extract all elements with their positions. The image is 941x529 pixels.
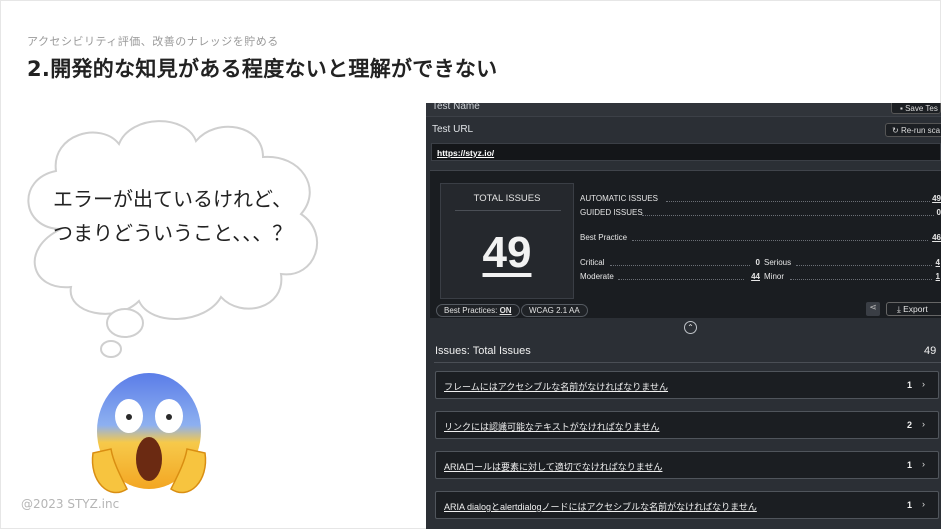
issues-divider	[434, 362, 941, 363]
issue-title[interactable]: フレームにはアクセシブルな名前がなければなりません	[444, 380, 668, 393]
test-name-row: Test Name ▪ Save Tes	[426, 103, 941, 117]
guided-issues-stat: GUIDED ISSUES 0	[580, 208, 941, 218]
slide-eyebrow: アクセシビリティ評価、改善のナレッジを貯める	[27, 35, 279, 48]
issue-count: 1	[907, 460, 913, 470]
share-icon: ⋖	[869, 302, 877, 312]
best-practices-toggle[interactable]: Best Practices: ON	[436, 304, 520, 317]
save-test-button[interactable]: ▪ Save Tes	[891, 103, 941, 114]
test-url-value[interactable]: https://styz.io/	[431, 143, 941, 161]
issue-row[interactable]: フレームにはアクセシブルな名前がなければなりません 1 ›	[435, 371, 939, 399]
slide-heading: 2.開発的な知見がある程度ないと理解ができない	[27, 57, 498, 81]
issue-row[interactable]: リンクには認識可能なテキストがなければなりません 2 ›	[435, 411, 939, 439]
critical-label: Critical	[580, 258, 605, 267]
test-url-label: Test URL	[432, 124, 474, 135]
issue-row[interactable]: ARIA dialogとalertdialogノードにはアクセシブルな名前がなけ…	[435, 491, 939, 519]
total-issues-value[interactable]: 49	[441, 228, 573, 278]
chevron-right-icon[interactable]: ›	[922, 379, 925, 389]
best-practices-prefix: Best Practices:	[444, 306, 500, 315]
automatic-issues-value[interactable]: 49	[925, 194, 941, 203]
best-practice-label: Best Practice	[580, 233, 628, 242]
guided-issues-value: 0	[936, 208, 941, 217]
serious-label: Serious	[764, 258, 792, 267]
rerun-scan-button[interactable]: ↻ Re-run sca	[885, 123, 941, 137]
export-label: Export	[903, 304, 928, 314]
minor-stat: Minor 1	[764, 272, 940, 282]
screaming-face-emoji	[91, 373, 207, 494]
bubble-line-2: つまりどういうこと、、、？	[53, 221, 293, 245]
save-label: Save Tes	[905, 104, 938, 113]
issues-section-count: 49	[924, 345, 937, 357]
collapse-summary-button[interactable]: ⌃	[684, 321, 697, 334]
chevron-right-icon[interactable]: ›	[922, 459, 925, 469]
total-issues-label: TOTAL ISSUES	[473, 193, 541, 204]
moderate-value[interactable]: 44	[744, 272, 760, 281]
issue-count: 2	[907, 420, 913, 430]
best-practice-stat: Best Practice 46	[580, 233, 941, 243]
best-practices-state: ON	[499, 306, 512, 315]
critical-stat: Critical 0	[580, 258, 760, 268]
minor-label: Minor	[764, 272, 785, 281]
bubble-text: エラーが出ているけれど、 つまりどういうこと、、、？	[53, 182, 292, 250]
serious-value[interactable]: 4	[924, 258, 940, 267]
export-button[interactable]: ⤓ Export	[886, 302, 941, 316]
issue-count: 1	[907, 500, 913, 510]
critical-value: 0	[755, 258, 760, 267]
wcag-level-badge[interactable]: WCAG 2.1 AA	[521, 304, 588, 317]
minor-value[interactable]: 1	[924, 272, 940, 281]
bubble-line-1: エラーが出ているけれど、	[53, 187, 292, 211]
issue-title[interactable]: ARIAロールは要素に対して適切でなければなりません	[444, 460, 662, 473]
copyright-footer: @2023 STYZ.inc	[21, 497, 120, 511]
guided-issues-label: GUIDED ISSUES	[580, 208, 643, 217]
issue-title[interactable]: リンクには認識可能なテキストがなければなりません	[444, 420, 659, 433]
test-name-label: Test Name	[432, 103, 480, 112]
refresh-icon: ↻	[892, 126, 901, 135]
issue-count: 1	[907, 380, 913, 390]
serious-stat: Serious 4	[764, 258, 940, 268]
axe-results-panel: Test Name ▪ Save Tes Test URL ↻ Re-run s…	[426, 103, 941, 529]
issues-section-title: Issues: Total Issues	[435, 345, 531, 357]
total-issues-card: TOTAL ISSUES 49	[440, 183, 574, 299]
moderate-label: Moderate	[580, 272, 614, 281]
automatic-issues-label: AUTOMATIC ISSUES	[580, 194, 658, 203]
chevron-up-icon: ⌃	[687, 323, 694, 332]
rerun-label: Re-run sca	[900, 126, 941, 135]
issue-title[interactable]: ARIA dialogとalertdialogノードにはアクセシブルな名前がなけ…	[444, 500, 757, 513]
total-divider	[455, 210, 561, 211]
automatic-issues-stat: AUTOMATIC ISSUES 49	[580, 194, 941, 204]
best-practice-value[interactable]: 46	[925, 233, 941, 242]
issue-row[interactable]: ARIAロールは要素に対して適切でなければなりません 1 ›	[435, 451, 939, 479]
issues-summary: TOTAL ISSUES 49 AUTOMATIC ISSUES 49 GUID…	[430, 170, 941, 318]
chevron-right-icon[interactable]: ›	[922, 499, 925, 509]
moderate-stat: Moderate 44	[580, 272, 760, 282]
share-button[interactable]: ⋖	[866, 302, 880, 316]
chevron-right-icon[interactable]: ›	[922, 419, 925, 429]
